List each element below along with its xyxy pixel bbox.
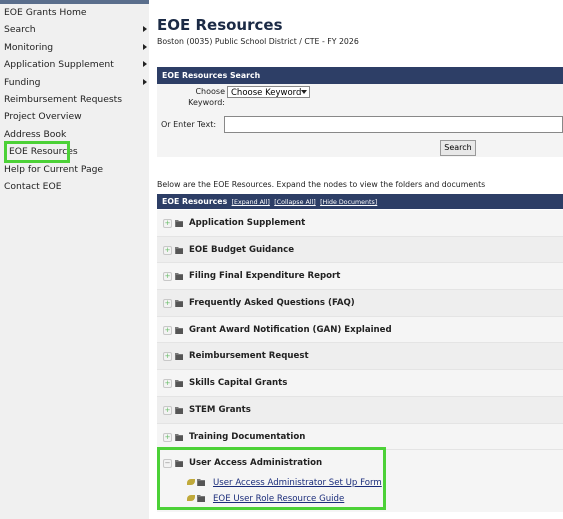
expand-plus-icon[interactable]: + <box>163 325 172 335</box>
submenu-arrow-icon <box>143 43 147 50</box>
tree-node-label: EOE Budget Guidance <box>189 244 295 255</box>
folder-icon <box>175 273 183 281</box>
tree-node-label: Training Documentation <box>189 431 306 442</box>
sidebar-item-search[interactable]: Search <box>0 21 149 38</box>
sidebar-item-application-supplement[interactable]: Application Supplement <box>0 56 149 73</box>
folder-icon <box>175 246 183 254</box>
sidebar-item-label: Help for Current Page <box>4 163 104 175</box>
folder-icon <box>175 406 183 414</box>
hide-documents-link[interactable]: [Hide Documents] <box>320 199 377 206</box>
tree-node[interactable]: + Filing Final Expenditure Report <box>157 263 563 291</box>
sidebar-item-help-for-current-page[interactable]: Help for Current Page <box>0 161 149 178</box>
left-nav-sidebar: EOE Grants Home Search Monitoring Applic… <box>0 0 149 519</box>
submenu-arrow-icon <box>143 78 147 85</box>
page-subtitle: Boston (0035) Public School District / C… <box>157 37 359 46</box>
sidebar-item-label: Address Book <box>4 128 67 140</box>
search-button[interactable]: Search <box>440 140 476 156</box>
tree-header-title: EOE Resources <box>162 197 228 206</box>
tree-intro-text: Below are the EOE Resources. Expand the … <box>157 180 486 189</box>
keyword-select-value: Choose Keyword <box>231 88 302 98</box>
sidebar-item-label: Project Overview <box>4 111 82 123</box>
search-text-input[interactable] <box>224 116 563 133</box>
tree-node[interactable]: + Reimbursement Request <box>157 343 563 371</box>
sidebar-item-eoe-resources[interactable]: EOE Resources <box>4 141 78 163</box>
sidebar-item-label: EOE Resources <box>9 146 78 158</box>
expand-plus-icon[interactable]: + <box>163 405 172 415</box>
sidebar-item-label: Funding <box>4 76 41 88</box>
enter-text-label: Or Enter Text: <box>161 120 217 129</box>
collapse-all-link[interactable]: [Collapse All] <box>274 199 315 206</box>
submenu-arrow-icon <box>143 26 147 33</box>
sidebar-item-label: EOE Grants Home <box>4 7 87 18</box>
sidebar-item-address-book[interactable]: Address Book <box>0 126 149 143</box>
expand-plus-icon[interactable]: + <box>163 352 172 362</box>
tree-node[interactable]: + EOE Budget Guidance <box>157 236 563 264</box>
sidebar-item-project-overview[interactable]: Project Overview <box>0 108 149 125</box>
sidebar-item-funding[interactable]: Funding <box>0 74 149 91</box>
highlight-box <box>157 447 386 510</box>
search-panel-header: EOE Resources Search <box>157 67 563 84</box>
folder-icon <box>175 300 183 308</box>
tree-node[interactable]: + Grant Award Notification (GAN) Explaine… <box>157 316 563 344</box>
sidebar-item-label: Monitoring <box>4 41 54 53</box>
main-content: EOE Resources Boston (0035) Public Schoo… <box>149 0 563 519</box>
folder-icon <box>175 326 183 334</box>
sidebar-item-eoe-grants-home[interactable]: EOE Grants Home <box>0 4 149 21</box>
chevron-down-icon <box>301 90 307 94</box>
tree-node-label: Grant Award Notification (GAN) Explained <box>189 324 392 335</box>
folder-icon <box>175 380 183 388</box>
resources-tree: + Application Supplement + EOE Budget Guid… <box>157 210 563 451</box>
tree-node-label: Frequently Asked Questions (FAQ) <box>189 298 355 309</box>
tree-node-label: Reimbursement Request <box>189 351 309 362</box>
sidebar-item-label: Search <box>4 24 36 36</box>
expand-plus-icon[interactable]: + <box>163 245 172 255</box>
folder-icon <box>175 433 183 441</box>
tree-node[interactable]: + Frequently Asked Questions (FAQ) <box>157 290 563 317</box>
sidebar-item-contact-eoe[interactable]: Contact EOE <box>0 178 149 195</box>
tree-node[interactable]: + STEM Grants <box>157 396 563 424</box>
sidebar-item-reimbursement-requests[interactable]: Reimbursement Requests <box>0 91 149 108</box>
resources-tree-header: EOE Resources [Expand All] [Collapse All… <box>157 194 563 209</box>
expand-plus-icon[interactable]: + <box>163 432 172 442</box>
submenu-arrow-icon <box>143 61 147 68</box>
tree-node-label: STEM Grants <box>189 404 251 415</box>
expand-plus-icon[interactable]: + <box>163 299 172 309</box>
tree-node[interactable]: + Skills Capital Grants <box>157 370 563 397</box>
expand-plus-icon[interactable]: + <box>163 379 172 389</box>
sidebar-item-label: Application Supplement <box>4 59 114 71</box>
tree-node-label: Application Supplement <box>189 218 306 228</box>
expand-plus-icon[interactable]: + <box>163 219 172 228</box>
folder-icon <box>175 353 183 361</box>
sidebar-item-label: Reimbursement Requests <box>4 93 123 105</box>
page-title: EOE Resources <box>157 16 283 34</box>
sidebar-item-label: Contact EOE <box>4 180 62 192</box>
folder-icon <box>175 220 183 227</box>
sidebar-item-monitoring[interactable]: Monitoring <box>0 39 149 56</box>
expand-all-link[interactable]: [Expand All] <box>232 199 270 206</box>
resources-search-panel: EOE Resources Search Choose Keyword: Cho… <box>157 67 563 157</box>
keyword-label: Keyword: <box>188 98 225 107</box>
expand-plus-icon[interactable]: + <box>163 272 172 282</box>
tree-node[interactable]: + Application Supplement <box>157 210 563 237</box>
choose-label: Choose <box>195 87 225 96</box>
keyword-select[interactable]: Choose Keyword <box>227 86 310 98</box>
tree-node-label: Filing Final Expenditure Report <box>189 271 341 282</box>
tree-node-label: Skills Capital Grants <box>189 378 288 389</box>
